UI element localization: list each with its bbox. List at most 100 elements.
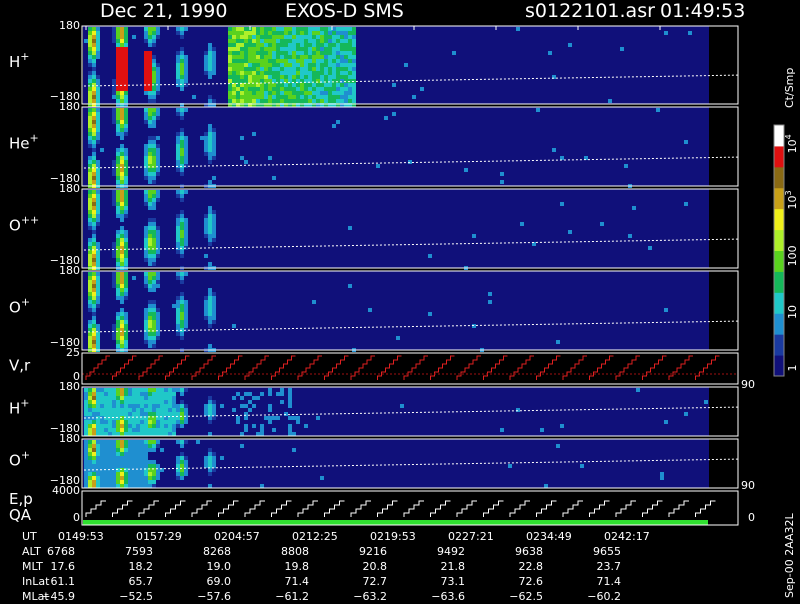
panel-hplus2-cell (280, 400, 284, 404)
panel-heplus-cell (156, 116, 160, 120)
panel-hplus2-cell (124, 396, 128, 400)
panel-hplus-cell (248, 63, 252, 67)
panel-hplus-cell (180, 87, 184, 91)
panel-hplus-cell (332, 51, 336, 55)
panel-oplusplus-cell (176, 222, 180, 226)
panel-hplus-cell (332, 55, 336, 59)
panel-hplus-cell (180, 31, 184, 35)
panel-hplus-cell (152, 67, 156, 71)
panel-heplus-cell (148, 152, 152, 156)
panel-oplus2-cell (208, 456, 212, 460)
panel-oplusplus-cell (148, 202, 152, 206)
panel-oplusplus-cell (152, 194, 156, 198)
panel-hplus2-cell (152, 392, 156, 396)
panel-hplus-cell (344, 47, 348, 51)
panel-hplus-cell (352, 91, 356, 95)
panel-hplus2-cell (144, 428, 148, 432)
panel-hplus-cell (112, 87, 116, 91)
panel-oplus2-cell (96, 460, 100, 464)
panel-hplus-cell (352, 71, 356, 75)
panel-heplus-cell (144, 160, 148, 164)
panel-heplus-cell (116, 152, 120, 156)
panel-hplus-cell (340, 27, 344, 31)
panel-oplus2-cell (84, 456, 88, 460)
panel-hplus2-cell (84, 388, 88, 392)
panel-oplus-cell (124, 340, 128, 344)
panel-hplus-cell (252, 31, 256, 35)
panel-hplus2-cell (112, 396, 116, 400)
panel-hplus-cell (352, 39, 356, 43)
panel-oplusplus-cell (156, 190, 160, 194)
panel-oplus2-cell (136, 476, 140, 480)
panel-oplus2-cell (148, 480, 152, 484)
panel-oplus2-cell (180, 444, 184, 448)
panel-hplus2-cell (88, 392, 92, 396)
panel-oplus-cell (144, 272, 148, 276)
panel-hplus-cell (236, 27, 240, 31)
panel-oplusplus-label-main: O (9, 217, 21, 235)
panel-heplus-cell (252, 132, 256, 136)
panel-hplus-cell (256, 35, 260, 39)
panel-hplus-cell (284, 27, 288, 31)
panel-hplus2-cell (240, 404, 244, 408)
panel-hplus-cell (264, 99, 268, 103)
panel-hplus-cell (252, 59, 256, 63)
panel-oplusplus-cell (124, 210, 128, 214)
panel-hplus-cell (260, 27, 264, 31)
table-cell: 71.4 (285, 575, 310, 588)
panel-hplus2-cell (316, 416, 320, 420)
panel-heplus-cell (156, 160, 160, 164)
panel-oplusplus-cell (180, 210, 184, 214)
panel-oplusplus-cell (92, 226, 96, 230)
panel-hplus2-cell (124, 412, 128, 416)
panel-heplus-cell (240, 136, 244, 140)
panel-oplus-cell (156, 284, 160, 288)
panel-heplus-cell (88, 140, 92, 144)
panel-hplus-cell (312, 87, 316, 91)
panel-hplus-cell (332, 63, 336, 67)
panel-hplus-cell (348, 47, 352, 51)
table-cell: 21.8 (441, 560, 466, 573)
panel-oplusplus-cell (152, 250, 156, 254)
panel-oplus-cell (184, 320, 188, 324)
panel-oplusplus-cell (156, 250, 160, 254)
panel-hplus2-cell (120, 416, 124, 420)
panel-hplus2-cell (108, 396, 112, 400)
panel-oplusplus-cell (648, 246, 652, 250)
panel-oplus2-cell (84, 464, 88, 468)
panel-hplus-cell (244, 67, 248, 71)
panel-oplus2-cell (84, 440, 88, 444)
panel-oplus-cell (184, 304, 188, 308)
panel-heplus-cell (180, 108, 184, 112)
panel-hplus2-cell (244, 424, 248, 428)
panel-hplus-cell (152, 79, 156, 83)
panel-oplusplus-cell (144, 242, 148, 246)
panel-hplus-cell (124, 75, 128, 79)
panel-hplus2-cell (500, 428, 504, 432)
panel-hplus-cell (316, 43, 320, 47)
panel-heplus-cell (124, 160, 128, 164)
panel-hplus-cell (352, 59, 356, 63)
panel-hplus-cell (332, 59, 336, 63)
panel-hplus2-cell (104, 408, 108, 412)
panel-hplus-cell (176, 59, 180, 63)
panel-hplus2-cell (92, 432, 96, 436)
panel-oplus-cell (96, 340, 100, 344)
panel-oplusplus-ytop: 180 (59, 182, 80, 195)
panel-oplus-cell (144, 280, 148, 284)
panel-hplus-cell (324, 63, 328, 67)
panel-oplus-cell (120, 316, 124, 320)
panel-heplus-cell (392, 112, 396, 116)
panel-oplus-cell (124, 312, 128, 316)
panel-oplus2-cell (208, 448, 212, 452)
panel-oplus-cell (124, 296, 128, 300)
panel-hplus2: 180−180H+ (9, 380, 739, 437)
panel-oplusplus-cell (96, 206, 100, 210)
panel-hplus-cell (288, 67, 292, 71)
panel-hplus-cell (348, 39, 352, 43)
panel-hplus-cell (332, 35, 336, 39)
panel-oplus-cell (92, 280, 96, 284)
panel-hplus2-cell (132, 432, 136, 436)
panel-hplus-cell (344, 39, 348, 43)
panel-oplus-cell (184, 316, 188, 320)
